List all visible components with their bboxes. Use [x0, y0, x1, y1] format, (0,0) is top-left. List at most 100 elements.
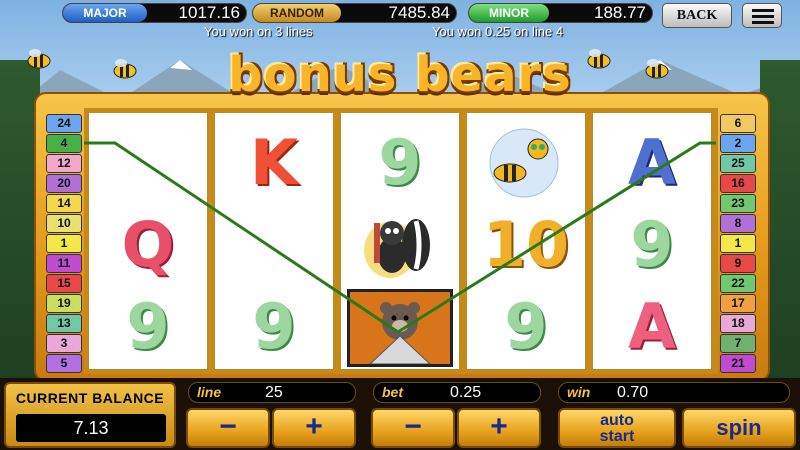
jackpot-minor-value: 188.77: [594, 3, 646, 22]
jackpot-random: RANDOM 7485.84: [252, 3, 457, 23]
line-tab-left[interactable]: 20: [46, 174, 82, 193]
reel-1: Q 9: [88, 112, 208, 370]
back-button[interactable]: BACK: [662, 3, 732, 28]
bee-wild-icon: [489, 128, 559, 198]
lines-increase-button[interactable]: +: [272, 408, 356, 448]
line-tab-right[interactable]: 7: [720, 334, 756, 353]
bee-icon: [645, 59, 669, 79]
reel-3: 9: [340, 112, 460, 370]
menu-bar: [752, 9, 774, 12]
lines-display: line 25: [188, 382, 356, 403]
jackpot-random-value: 7485.84: [388, 3, 450, 22]
bee-icon: [113, 59, 137, 79]
line-tab-left[interactable]: 12: [46, 154, 82, 173]
bet-value: 0.25: [450, 384, 482, 401]
game-logo: bonus bears: [215, 44, 585, 106]
symbol-a-blue: A: [602, 123, 702, 203]
symbol-glyph: 10: [482, 208, 570, 281]
jackpot-random-label: RANDOM: [253, 4, 341, 22]
bee-icon: [27, 49, 51, 69]
symbol-9-green: 9: [224, 287, 324, 367]
line-tabs-right: 6 2 25 16 23 8 1 9 22 17 18 7 21: [720, 114, 758, 374]
symbol-glyph: 9: [504, 290, 548, 363]
jackpot-major-label: MAJOR: [63, 4, 147, 22]
line-tab-right[interactable]: 23: [720, 194, 756, 213]
line-tab-right[interactable]: 9: [720, 254, 756, 273]
win-message-line-amount: You won 0.25 on line 4: [432, 24, 564, 39]
line-tab-right[interactable]: 2: [720, 134, 756, 153]
win-display: win 0.70: [558, 382, 790, 403]
line-tab-right[interactable]: 16: [720, 174, 756, 193]
line-tab-left[interactable]: 10: [46, 214, 82, 233]
line-tab-left[interactable]: 1: [46, 234, 82, 253]
line-tab-right[interactable]: 17: [720, 294, 756, 313]
bear-icon: [350, 292, 450, 364]
auto-start-button[interactable]: auto start: [558, 408, 676, 448]
spin-button[interactable]: spin: [682, 408, 796, 448]
logo-text: bonus bears: [228, 47, 572, 103]
line-tab-right[interactable]: 1: [720, 234, 756, 253]
line-tab-left[interactable]: 11: [46, 254, 82, 273]
line-tab-left[interactable]: 5: [46, 354, 82, 373]
symbol-k-red: K: [224, 123, 324, 203]
balance-value: 7.13: [16, 414, 166, 442]
reel-4: 10 9: [466, 112, 586, 370]
line-tab-left[interactable]: 4: [46, 134, 82, 153]
menu-bar: [752, 21, 774, 24]
auto-start-label-2: start: [599, 428, 635, 445]
line-tab-left[interactable]: 13: [46, 314, 82, 333]
jackpot-major-value: 1017.16: [178, 3, 240, 22]
line-tab-right[interactable]: 25: [720, 154, 756, 173]
line-tab-left[interactable]: 19: [46, 294, 82, 313]
symbol-glyph: 9: [378, 126, 422, 199]
lines-label: line: [197, 384, 222, 400]
jackpot-minor: MINOR 188.77: [468, 3, 653, 23]
symbol-9-green: 9: [350, 123, 450, 203]
auto-start-label-1: auto: [600, 412, 634, 429]
reel-5: A 9 A: [592, 112, 712, 370]
reel-2: K 9: [214, 112, 334, 370]
win-message-lines: You won on 3 lines: [204, 24, 313, 39]
hamburger-menu-icon[interactable]: [742, 3, 782, 28]
jackpot-minor-label: MINOR: [469, 4, 549, 22]
symbol-glyph: Q: [121, 208, 175, 281]
symbol-q-red: Q: [98, 205, 198, 285]
line-tab-left[interactable]: 15: [46, 274, 82, 293]
symbol-9-green: 9: [602, 205, 702, 285]
line-tab-right[interactable]: 18: [720, 314, 756, 333]
balance-label: CURRENT BALANCE: [15, 390, 165, 406]
line-tab-left[interactable]: 14: [46, 194, 82, 213]
bee-icon: [587, 49, 611, 69]
symbol-9-green: 9: [476, 287, 576, 367]
bet-display: bet 0.25: [373, 382, 541, 403]
symbol-glyph: 9: [126, 290, 170, 363]
lines-value: 25: [265, 384, 283, 401]
symbol-glyph: 9: [252, 290, 296, 363]
win-label: win: [567, 384, 591, 400]
balance-panel: CURRENT BALANCE 7.13: [4, 382, 176, 448]
symbol-a-red: A: [602, 287, 702, 367]
line-tab-left[interactable]: 24: [46, 114, 82, 133]
symbol-glyph: A: [628, 290, 676, 363]
line-tab-right[interactable]: 21: [720, 354, 756, 373]
line-tab-left[interactable]: 3: [46, 334, 82, 353]
line-tab-right[interactable]: 8: [720, 214, 756, 233]
top-bar: MAJOR 1017.16 RANDOM 7485.84 MINOR 188.7…: [0, 0, 800, 28]
bet-increase-button[interactable]: +: [457, 408, 541, 448]
lines-decrease-button[interactable]: −: [186, 408, 270, 448]
jackpot-major: MAJOR 1017.16: [62, 3, 247, 23]
bear-scatter-symbol: [347, 289, 453, 367]
bet-decrease-button[interactable]: −: [371, 408, 455, 448]
symbol-9-green: 9: [98, 287, 198, 367]
line-tab-right[interactable]: 6: [720, 114, 756, 133]
win-value: 0.70: [617, 384, 649, 401]
symbol-glyph: A: [628, 126, 676, 199]
skunk-wild-icon: [364, 219, 430, 278]
symbol-10-gold: 10: [476, 205, 576, 285]
line-tab-right[interactable]: 22: [720, 274, 756, 293]
bet-label: bet: [382, 384, 403, 400]
line-tabs-left: 24 4 12 20 14 10 1 11 15 19 13 3 5: [46, 114, 84, 374]
symbol-glyph: 9: [630, 208, 674, 281]
menu-bar: [752, 15, 774, 18]
symbol-glyph: K: [249, 126, 299, 199]
